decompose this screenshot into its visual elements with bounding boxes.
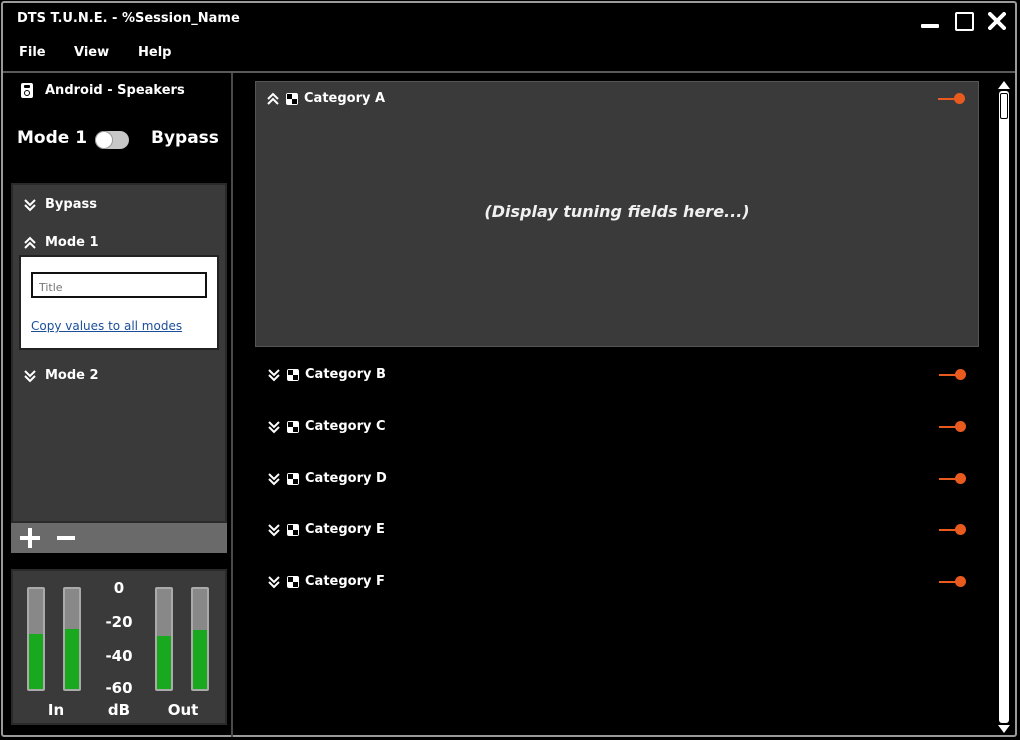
tuning-fields-placeholder: (Display tuning fields here...) (484, 202, 750, 221)
mode-label: Mode 2 (45, 368, 99, 383)
pin-dot (955, 369, 966, 380)
chevron-down-icon (268, 523, 280, 536)
category-label: Category C (305, 419, 386, 434)
meter-out-right (191, 587, 209, 691)
scale-label-40: -40 (105, 647, 133, 665)
remove-mode-button[interactable] (55, 527, 77, 549)
category-pin-a[interactable] (938, 93, 966, 105)
meter-in-left (27, 587, 45, 691)
category-label: Category B (305, 367, 386, 382)
category-header-e[interactable]: Category E (267, 522, 385, 537)
category-label: Category E (305, 522, 385, 537)
app-window: DTS T.U.N.E. - %Session_Name File View H… (1, 1, 1017, 737)
meter-out-label: Out (167, 701, 199, 719)
meter-fill (157, 636, 171, 689)
toggle-knob (95, 131, 113, 149)
chevron-down-icon (268, 420, 280, 433)
title-bar: DTS T.U.N.E. - %Session_Name (3, 3, 1015, 37)
mode-bypass-toggle-row: Mode 1 Bypass (17, 128, 219, 152)
scroll-up-arrow-icon[interactable] (998, 81, 1010, 89)
meter-fill (193, 630, 207, 689)
vertical-scrollbar[interactable] (997, 81, 1013, 735)
mode-item-bypass[interactable]: Bypass (23, 197, 97, 212)
category-header-d[interactable]: Category D (267, 471, 387, 486)
mode-label: Bypass (45, 197, 97, 212)
category-pin-f[interactable] (939, 576, 967, 588)
menu-bar: File View Help (3, 41, 1015, 67)
modes-panel: Bypass Mode 1 Copy values to all modes M… (11, 183, 227, 523)
chevron-down-icon (24, 198, 36, 211)
sidebar: Android - Speakers Mode 1 Bypass Bypass … (3, 73, 231, 737)
pin-dot (955, 576, 966, 587)
chevron-down-icon (268, 368, 280, 381)
scale-label-60: -60 (105, 679, 133, 697)
scale-label-0: 0 (113, 579, 125, 597)
category-pin-b[interactable] (939, 369, 967, 381)
category-pin-c[interactable] (939, 421, 967, 433)
meter-in-label: In (47, 701, 65, 719)
category-header-a[interactable]: Category A (266, 91, 385, 106)
close-button[interactable] (985, 9, 1009, 33)
category-pin-e[interactable] (939, 524, 967, 536)
meter-out-left (155, 587, 173, 691)
chevron-down-icon (268, 575, 280, 588)
chevron-down-icon (24, 369, 36, 382)
maximize-button[interactable] (952, 9, 976, 33)
close-icon (988, 12, 1006, 30)
level-meters-panel: 0 -20 -40 -60 In dB Out (11, 569, 227, 725)
toggle-left-label: Mode 1 (17, 128, 88, 148)
device-name: Android - Speakers (45, 83, 185, 98)
category-icon (287, 472, 299, 485)
mode-detail-card: Copy values to all modes (19, 255, 219, 350)
minimize-button[interactable] (918, 9, 942, 33)
category-label: Category D (305, 471, 387, 486)
chevron-up-icon (267, 92, 279, 105)
meter-db-label: dB (107, 701, 131, 719)
category-label: Category F (305, 574, 385, 589)
category-icon (287, 368, 299, 381)
chevron-down-icon (268, 472, 280, 485)
scroll-down-arrow-icon[interactable] (998, 725, 1010, 733)
mode-add-remove-bar (11, 523, 227, 553)
category-header-f[interactable]: Category F (267, 574, 385, 589)
copy-values-link[interactable]: Copy values to all modes (31, 319, 182, 333)
toggle-right-label: Bypass (151, 128, 219, 148)
category-panel-a: Category A (Display tuning fields here..… (255, 81, 979, 347)
meter-in-right (63, 587, 81, 691)
pin-dot (955, 421, 966, 432)
mode-label: Mode 1 (45, 235, 99, 250)
maximize-icon (954, 11, 974, 31)
category-pin-d[interactable] (939, 473, 967, 485)
category-label: Category A (304, 91, 386, 106)
mode-bypass-toggle[interactable] (95, 131, 129, 149)
category-icon (287, 420, 299, 433)
scale-label-20: -20 (105, 613, 133, 631)
scroll-thumb[interactable] (1000, 93, 1008, 119)
window-title: DTS T.U.N.E. - %Session_Name (17, 11, 240, 26)
add-mode-button[interactable] (19, 527, 41, 549)
category-icon (287, 523, 299, 536)
scroll-track[interactable] (999, 91, 1009, 723)
menu-help[interactable]: Help (138, 45, 171, 60)
meter-fill (65, 629, 79, 689)
mode-item-mode1[interactable]: Mode 1 (23, 235, 99, 250)
category-icon (286, 92, 298, 105)
mode-item-mode2[interactable]: Mode 2 (23, 368, 99, 383)
meter-fill (29, 634, 43, 689)
menu-view[interactable]: View (74, 45, 109, 60)
category-icon (287, 575, 299, 588)
pin-dot (954, 93, 965, 104)
device-selector[interactable]: Android - Speakers (21, 83, 185, 98)
category-header-c[interactable]: Category C (267, 419, 386, 434)
categories-pane: Category A (Display tuning fields here..… (233, 73, 1017, 737)
category-header-b[interactable]: Category B (267, 367, 386, 382)
minimize-icon (921, 24, 939, 28)
mode-title-input[interactable] (31, 272, 207, 298)
chevron-up-icon (24, 236, 36, 249)
pin-dot (955, 524, 966, 535)
menu-file[interactable]: File (19, 45, 46, 60)
speaker-icon (21, 83, 33, 98)
pin-dot (955, 473, 966, 484)
